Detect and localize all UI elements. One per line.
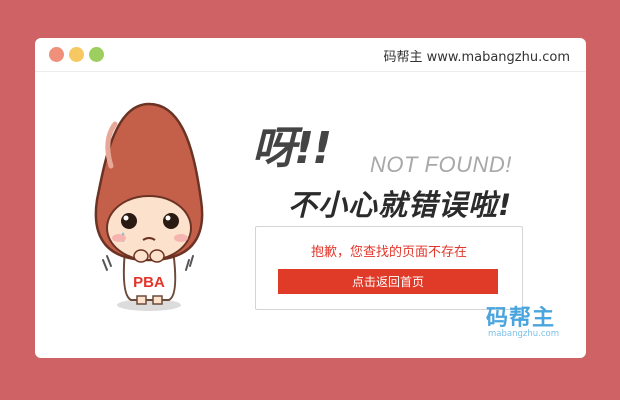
not-found-label: NOT FOUND! [370,152,512,177]
error-exclamation: 呀!! [252,123,332,174]
maximize-window-button[interactable] [89,47,104,62]
error-subheadline: 不小心就错误啦! [288,188,513,222]
site-logo: 码帮主 [486,300,555,332]
back-to-home-button[interactable]: 点击返回首页 [278,269,498,294]
close-window-button[interactable] [49,47,64,62]
error-message: 抱歉，您查找的页面不存在 [310,245,467,260]
logo-chinese-text: 码帮主 [486,306,556,331]
logo-site-text: mabangzhu.com [488,329,559,339]
window-titlebar: 码帮主 www.mabangzhu.com [35,38,586,72]
browser-window: 码帮主 www.mabangzhu.com PBA 呀!! NOT FOUND!… [35,38,586,358]
minimize-window-button[interactable] [69,47,84,62]
mascot-badge-text: PBA [133,274,165,291]
mascot-illustration: PBA [94,102,204,311]
window-title: 码帮主 www.mabangzhu.com [383,50,570,65]
error-message-box: 抱歉，您查找的页面不存在 点击返回首页 [255,226,523,310]
